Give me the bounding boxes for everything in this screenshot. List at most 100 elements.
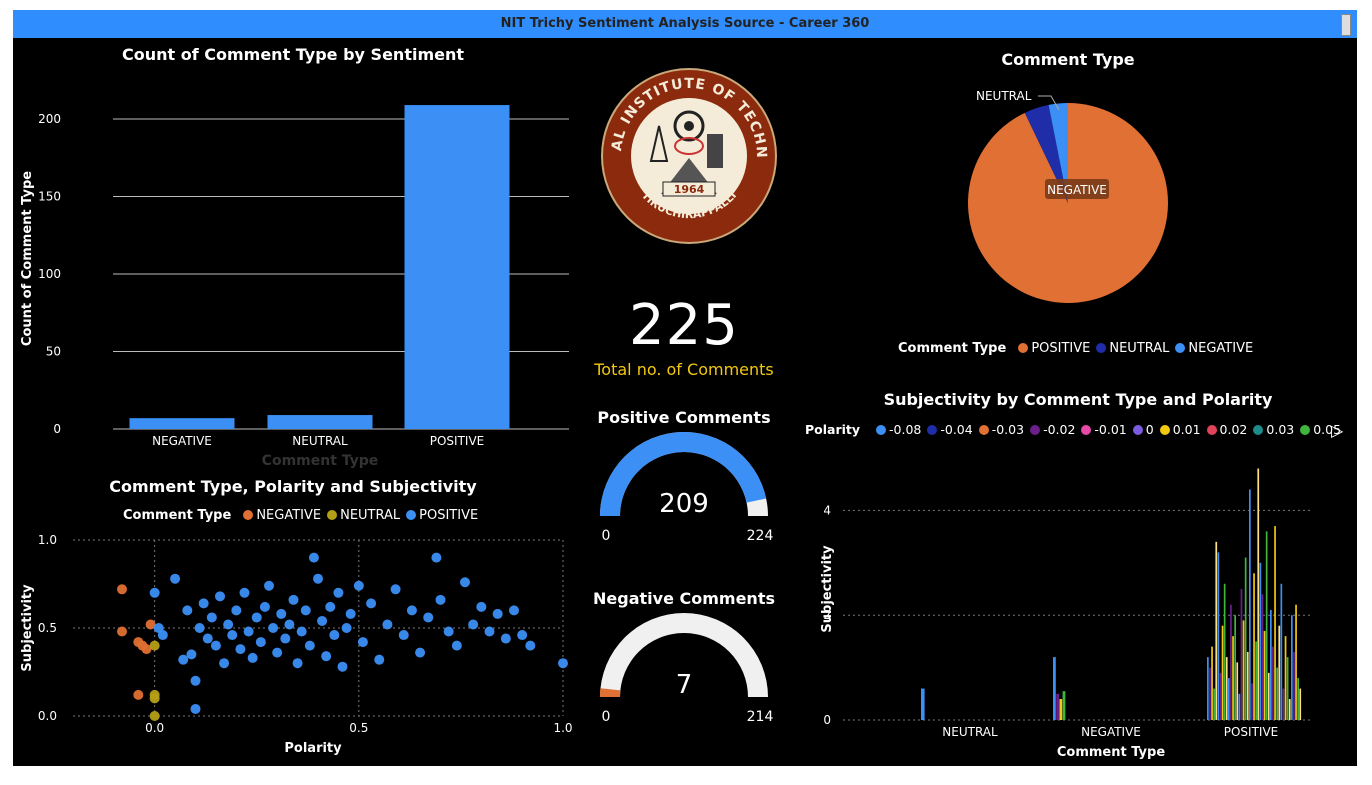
scatter-point-positive [460,577,470,588]
gauge-max: 224 [747,528,774,542]
subj-bar [1278,625,1281,720]
scatter-point-positive [182,605,193,616]
bar-x-tick: NEGATIVE [152,434,212,448]
scatter-point-positive [484,626,495,637]
pie-legend-item[interactable]: POSITIVE [1031,341,1090,356]
scatter-point-positive [390,584,401,595]
subj-y-label: Subjectivity [820,545,835,633]
scatter-point-positive [308,552,319,563]
subj-bar [1223,583,1226,720]
subj-bar [1286,657,1289,720]
subj-x-tick: POSITIVE [1224,725,1279,739]
subj-legend-item[interactable]: 0.02 [1220,422,1248,437]
subj-legend-item[interactable]: -0.01 [1094,422,1126,437]
legend-dot-negative [1175,343,1186,353]
scatter-point-positive [268,623,279,633]
scatter-legend-item[interactable]: POSITIVE [419,508,478,523]
gauge-max: 214 [747,709,774,723]
subj-bar [1211,646,1213,720]
legend-dot-neutral [1096,343,1107,353]
subj-bar [1251,683,1253,720]
scatter-legend-item[interactable]: NEGATIVE [256,508,321,523]
subj-bar [1234,615,1236,720]
scatter-point-positive [431,552,442,563]
scatter-point-positive [325,601,336,612]
bar-y-tick: 50 [46,345,61,359]
subj-bar [1295,604,1297,720]
bar-y-tick: 150 [38,190,61,204]
bar-chart: 0 50 100 150 200 NEGATIVE NEUTRAL POSITIVE Comme… [20,105,569,469]
scatter-point-positive [259,601,270,612]
subj-bar [1246,651,1249,720]
scatter-point-positive [247,652,258,663]
scatter-point-positive [206,612,217,623]
subj-bar [1288,699,1291,720]
scatter-y-tick: 0.0 [38,709,57,723]
legend-next-icon[interactable]: ▷ [1331,421,1343,440]
scrollbar[interactable] [1341,14,1351,36]
scatter-point-positive [341,623,352,633]
scatter-legend-title: Comment Type [123,508,232,523]
scatter-x-label: Polarity [284,741,342,756]
scatter-point-positive [313,573,323,584]
pie-legend-item[interactable]: NEUTRAL [1109,341,1169,356]
scatter-point-positive [235,644,246,655]
scatter-point-positive [284,619,295,630]
scatter-legend-item[interactable]: NEUTRAL [340,508,400,523]
subj-bar [1213,688,1215,720]
subj-legend: Polarity -0.08 -0.04 -0.03 -0.02 -0.01 0 0.01 0… [805,422,1341,437]
legend-dot-polarity [1132,425,1143,435]
subj-bar [1249,489,1251,720]
subj-legend-title: Polarity [805,422,861,437]
subj-x-label: Comment Type [1057,745,1165,760]
subj-bar [1236,662,1239,720]
total-comments-label: Total no. of Comments [594,360,774,379]
bar-chart-title: Count of Comment Type by Sentiment [121,45,465,64]
subj-legend-item[interactable]: 0.01 [1173,422,1201,437]
legend-dot-positive [1018,343,1029,353]
subj-legend-item[interactable]: 0.03 [1266,422,1294,437]
subj-legend-item[interactable]: -0.04 [940,422,972,437]
subj-bar [1242,620,1245,720]
pie-chart-title: Comment Type [1001,50,1135,69]
subj-legend-item[interactable]: 0 [1146,422,1154,437]
legend-dot-polarity [1300,425,1311,435]
subj-bar [1056,693,1059,720]
legend-dot-polarity [1030,425,1041,435]
subjectivity-chart: 024NEUTRAL NEGATIVE POSITIVEComment TypeSu… [820,468,1313,760]
subj-y-tick: 4 [823,503,831,517]
scatter-point-positive [317,615,328,626]
subj-bar [1230,604,1232,720]
subj-bar [1263,630,1266,720]
pie-legend-item[interactable]: NEGATIVE [1188,341,1253,356]
bar-x-tick: NEUTRAL [292,434,348,448]
subj-bar [1282,688,1285,720]
scatter-point-positive [304,640,315,651]
scatter-legend: Comment Type NEGATIVE NEUTRAL POSITIVE [123,508,478,523]
scatter-point-positive [435,594,446,605]
subj-x-tick: NEGATIVE [1081,725,1141,739]
scatter-point-positive [186,649,197,660]
subj-legend-item[interactable]: -0.03 [992,422,1024,437]
subj-x-tick: NEUTRAL [942,725,998,739]
total-comments-value: 225 [629,293,739,358]
subj-bar [1232,636,1234,720]
scatter-point-positive [345,608,356,619]
legend-dot-polarity [978,425,989,435]
bar-y-label: Count of Comment Type [20,171,35,346]
subj-legend-item[interactable]: -0.02 [1043,422,1075,437]
legend-dot-polarity [1159,425,1170,435]
scatter-point-positive [357,637,368,648]
scatter-point-positive [558,658,568,669]
title-bar: NIT Trichy Sentiment Analysis Source - C… [13,10,1357,38]
scatter-point-positive [194,623,205,633]
scatter-point-positive [149,587,160,598]
scatter-point-positive [398,630,409,641]
subj-bar [1276,667,1278,720]
legend-dot-negative [243,510,254,520]
subj-legend-item[interactable]: -0.08 [889,422,921,437]
scatter-x-tick: 1.0 [553,721,572,735]
scatter-point-positive [492,608,503,619]
scatter-x-tick: 0.0 [145,721,164,735]
scatter-point-positive [251,612,262,623]
